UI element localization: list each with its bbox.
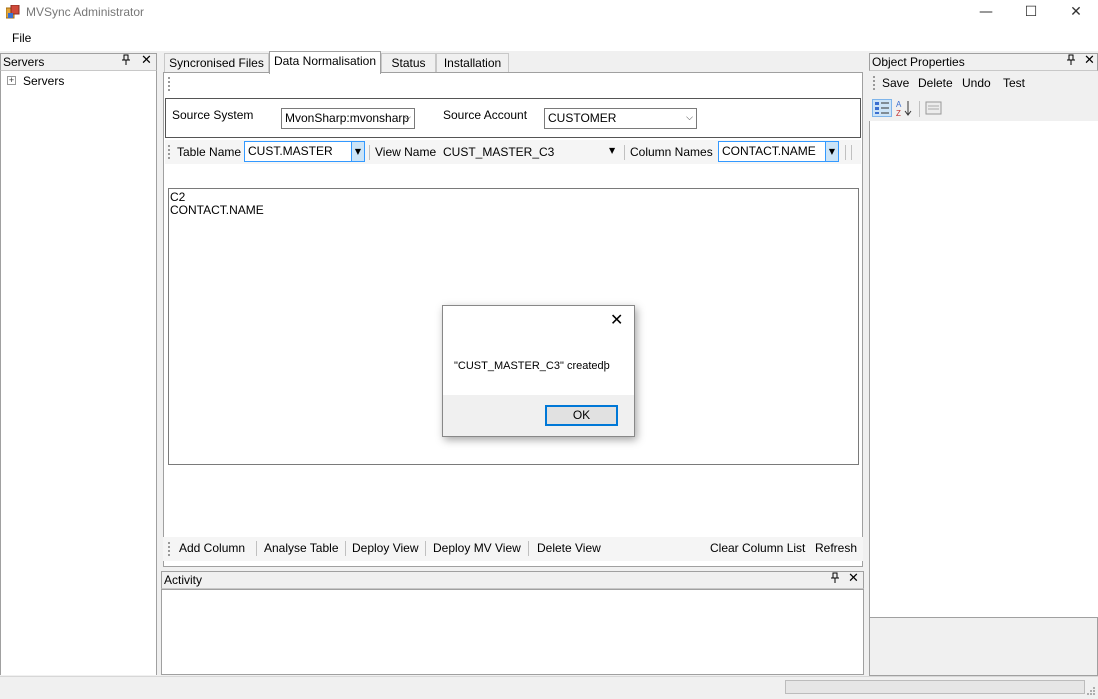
- app-icon: [5, 4, 20, 19]
- property-grid: [869, 71, 1098, 676]
- view-name-value: CUST_MASTER_C3: [443, 145, 555, 159]
- chevron-down-icon: ⌵: [686, 113, 693, 123]
- refresh-button[interactable]: Refresh: [815, 541, 857, 555]
- clear-column-list-button[interactable]: Clear Column List: [710, 541, 805, 555]
- property-pages-icon[interactable]: [925, 100, 943, 116]
- separator: [845, 145, 846, 160]
- message-dialog: ✕ "CUST_MASTER_C3" createdþ OK: [442, 305, 635, 437]
- tab-syncronised-files[interactable]: Syncronised Files: [164, 53, 269, 73]
- separator: [851, 145, 852, 160]
- menu-file[interactable]: File: [12, 31, 31, 45]
- alphabetical-sort-icon[interactable]: AZ: [896, 99, 914, 118]
- view-name-combo[interactable]: CUST_MASTER_C3 ▼: [443, 145, 621, 161]
- table-name-value: CUST.MASTER: [248, 144, 333, 158]
- object-properties-header: Object Properties ✕: [869, 53, 1098, 71]
- minimize-button[interactable]: —: [963, 0, 1009, 27]
- separator: [919, 101, 920, 117]
- pin-icon[interactable]: [1066, 54, 1076, 69]
- menu-bar: [0, 27, 1098, 51]
- dialog-close-icon[interactable]: ✕: [610, 310, 623, 329]
- ok-button[interactable]: OK: [545, 405, 618, 426]
- chevron-down-icon: ⌵: [404, 113, 411, 123]
- tab-data-normalisation[interactable]: Data Normalisation: [269, 51, 381, 74]
- object-properties-toolbar: Save Delete Undo Test: [869, 71, 1098, 95]
- servers-panel-close-icon[interactable]: ✕: [141, 53, 152, 68]
- column-names-value: CONTACT.NAME: [722, 144, 816, 158]
- activity-panel-title: Activity: [164, 573, 203, 587]
- analyse-table-button[interactable]: Analyse Table: [264, 541, 339, 555]
- textarea-line: C2: [170, 190, 186, 204]
- dropdown-arrow-icon[interactable]: ▼: [351, 142, 364, 161]
- property-grid-toolbar: AZ: [869, 95, 1098, 121]
- status-progress-bar: [785, 680, 1085, 694]
- source-account-value: CUSTOMER: [548, 111, 617, 125]
- view-name-label: View Name: [375, 145, 437, 159]
- separator: [345, 541, 346, 556]
- toolstrip-grip[interactable]: [168, 145, 171, 159]
- activity-panel-header: Activity ✕: [161, 571, 864, 589]
- test-button[interactable]: Test: [1003, 76, 1025, 90]
- tab-installation[interactable]: Installation: [436, 53, 509, 73]
- toolstrip-grip[interactable]: [168, 77, 171, 91]
- source-system-label: Source System: [172, 108, 254, 122]
- property-description-pane: [869, 617, 1098, 676]
- separator: [256, 541, 257, 556]
- resize-grip-icon[interactable]: [1086, 685, 1096, 695]
- delete-button[interactable]: Delete: [918, 76, 953, 90]
- tree-node-servers[interactable]: Servers: [23, 74, 64, 88]
- svg-text:Z: Z: [896, 109, 901, 117]
- pin-icon[interactable]: [121, 54, 131, 69]
- separator: [425, 541, 426, 556]
- toolstrip-grip[interactable]: [168, 542, 171, 556]
- source-system-select[interactable]: MvonSharp:mvonsharp ⌵: [281, 108, 415, 129]
- source-account-label: Source Account: [443, 108, 528, 122]
- source-system-value: MvonSharp:mvonsharp: [285, 111, 410, 125]
- delete-view-button[interactable]: Delete View: [537, 541, 601, 555]
- column-names-label: Column Names: [630, 145, 713, 159]
- actions-toolstrip: Add Column Analyse Table Deploy View Dep…: [163, 537, 863, 561]
- deploy-mv-view-button[interactable]: Deploy MV View: [433, 541, 521, 555]
- table-name-label: Table Name: [177, 145, 242, 159]
- expand-icon[interactable]: +: [7, 76, 16, 85]
- dialog-message: "CUST_MASTER_C3" createdþ: [454, 360, 610, 372]
- categorized-icon[interactable]: [872, 99, 892, 117]
- dialog-button-area: OK: [443, 395, 634, 436]
- servers-panel-header: Servers ✕: [0, 53, 157, 71]
- save-button[interactable]: Save: [882, 76, 909, 90]
- separator: [624, 145, 625, 160]
- activity-log: [161, 589, 864, 675]
- source-account-select[interactable]: CUSTOMER ⌵: [544, 108, 697, 129]
- svg-text:A: A: [896, 100, 902, 109]
- servers-panel-title: Servers: [3, 55, 45, 69]
- window-title: MVSync Administrator: [26, 5, 145, 19]
- undo-button[interactable]: Undo: [962, 76, 991, 90]
- close-window-button[interactable]: ✕: [1053, 0, 1098, 27]
- separator: [528, 541, 529, 556]
- dropdown-arrow-icon[interactable]: ▼: [825, 142, 838, 161]
- activity-panel-close-icon[interactable]: ✕: [848, 571, 859, 586]
- toolstrip-grip[interactable]: [873, 76, 876, 90]
- deploy-view-button[interactable]: Deploy View: [352, 541, 418, 555]
- tab-status[interactable]: Status: [381, 53, 436, 73]
- separator: [369, 145, 370, 160]
- textarea-line: CONTACT.NAME: [170, 203, 264, 217]
- column-names-combo[interactable]: CONTACT.NAME ▼: [718, 141, 839, 162]
- title-bar: [0, 0, 1098, 27]
- object-properties-title: Object Properties: [872, 55, 965, 69]
- add-column-button[interactable]: Add Column: [179, 541, 245, 555]
- table-name-combo[interactable]: CUST.MASTER ▼: [244, 141, 365, 162]
- maximize-button[interactable]: ☐: [1008, 0, 1054, 27]
- servers-tree: [0, 71, 157, 675]
- object-properties-close-icon[interactable]: ✕: [1084, 53, 1095, 68]
- pin-icon[interactable]: [830, 572, 840, 587]
- dropdown-arrow-icon: ▼: [609, 146, 616, 155]
